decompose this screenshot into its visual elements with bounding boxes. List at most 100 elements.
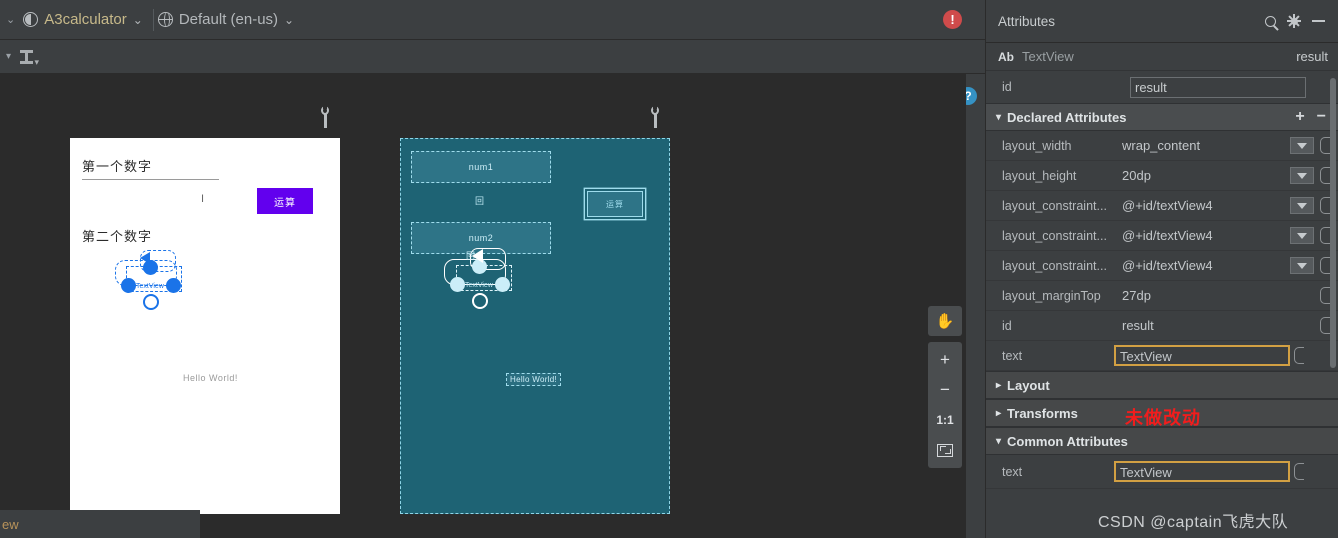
- constraint-handle-left[interactable]: [121, 278, 136, 293]
- zoom-fit-button[interactable]: [928, 435, 962, 465]
- settings-button[interactable]: [1282, 9, 1306, 33]
- textview-type-icon: Ab: [998, 49, 1014, 64]
- chevron-down-icon: [1297, 142, 1307, 149]
- blueprint-surface[interactable]: num1 回 num2 运算 Hello World! TextView 回: [400, 138, 670, 514]
- resource-picker-icon[interactable]: [1320, 257, 1330, 274]
- attributes-panel: Attributes Ab TextView result id result: [985, 0, 1338, 538]
- attr-key: layout_width: [1002, 138, 1072, 153]
- attr-key: text: [1002, 464, 1023, 479]
- common-text-attribute-input[interactable]: TextView: [1114, 461, 1290, 482]
- minimize-icon: [1311, 20, 1325, 22]
- pan-tool-button[interactable]: ✋: [928, 306, 962, 336]
- attr-value[interactable]: result: [1114, 318, 1320, 333]
- attributes-scrollbar[interactable]: [1330, 78, 1336, 368]
- chevron-right-icon: ▸: [996, 379, 1002, 391]
- design-surface[interactable]: 第一个数字 I 第二个数字 运算 Hello World! TextView: [70, 138, 340, 514]
- minimize-button[interactable]: [1306, 9, 1330, 33]
- declared-attributes-section-header[interactable]: ▾ Declared Attributes + −: [986, 103, 1338, 131]
- constraint-handle-bottom[interactable]: [472, 293, 488, 309]
- attr-value[interactable]: 27dp: [1114, 288, 1320, 303]
- selected-widget-overlay-blueprint[interactable]: TextView 回: [444, 248, 522, 313]
- resource-picker-icon[interactable]: [1294, 347, 1304, 364]
- constraint-arrow-icon: [472, 249, 483, 263]
- text-attribute-input[interactable]: TextView: [1114, 345, 1290, 366]
- globe-icon: [157, 12, 173, 27]
- attr-value[interactable]: wrap_content: [1114, 138, 1290, 153]
- id-attribute-key: id: [1002, 80, 1012, 94]
- module-label: A3calculator: [44, 11, 127, 28]
- chevron-down-icon[interactable]: ▾: [6, 51, 11, 62]
- table-row[interactable]: layout_width wrap_content: [986, 131, 1338, 161]
- attributes-panel-title: Attributes: [998, 13, 1056, 29]
- design-label-second: 第二个数字: [82, 229, 153, 244]
- resource-picker-icon[interactable]: [1320, 227, 1330, 244]
- annotation-note: 未做改动: [1125, 408, 1201, 428]
- blueprint-calculate-button[interactable]: 运算: [587, 191, 643, 217]
- attr-key: layout_height: [1002, 168, 1077, 183]
- layout-section-header[interactable]: ▸ Layout: [986, 371, 1338, 399]
- wrench-icon[interactable]: [648, 105, 662, 128]
- dropdown-button[interactable]: [1290, 197, 1314, 214]
- design-label-first: 第一个数字: [82, 159, 153, 174]
- common-attributes-section-label: Common Attributes: [1007, 433, 1128, 449]
- resource-picker-icon[interactable]: [1320, 287, 1330, 304]
- chevron-down-icon: [1297, 172, 1307, 179]
- resource-picker-icon[interactable]: [1320, 317, 1330, 334]
- chevron-down-icon: ▾: [996, 435, 1002, 447]
- editor-area: ⌄ A3calculator ⌄ Default (en-us) ⌄ ! ▾ ▾…: [0, 0, 985, 538]
- selected-widget-overlay[interactable]: TextView: [115, 250, 190, 312]
- zoom-out-button[interactable]: −: [928, 375, 962, 405]
- remove-attribute-button[interactable]: −: [1317, 109, 1326, 125]
- selected-widget-label: TextView: [465, 282, 493, 289]
- design-canvas[interactable]: 第一个数字 I 第二个数字 运算 Hello World! TextView n…: [0, 74, 966, 538]
- common-attributes-section-header[interactable]: ▾ Common Attributes: [986, 427, 1338, 455]
- constraint-handle-right[interactable]: [495, 277, 510, 292]
- attr-value[interactable]: @+id/textView4: [1114, 258, 1290, 273]
- chevron-down-icon[interactable]: ⌄: [0, 13, 19, 26]
- table-row[interactable]: layout_constraint... @+id/textView4: [986, 191, 1338, 221]
- resource-picker-icon[interactable]: [1320, 137, 1330, 154]
- attr-value[interactable]: 20dp: [1114, 168, 1290, 183]
- attr-key: layout_constraint...: [1002, 258, 1107, 273]
- id-attribute-input[interactable]: result: [1130, 76, 1306, 98]
- search-button[interactable]: [1258, 9, 1282, 33]
- status-bar: ew: [0, 510, 200, 538]
- table-row[interactable]: layout_height 20dp: [986, 161, 1338, 191]
- dropdown-button[interactable]: [1290, 137, 1314, 154]
- dropdown-button[interactable]: [1290, 227, 1314, 244]
- attr-key: layout_marginTop: [1002, 288, 1101, 303]
- chevron-down-icon: [1297, 262, 1307, 269]
- blueprint-field-num1[interactable]: num1: [411, 151, 551, 183]
- attributes-panel-header: Attributes: [986, 0, 1338, 43]
- transforms-section-label: Transforms: [1007, 405, 1078, 421]
- dropdown-button[interactable]: [1290, 257, 1314, 274]
- component-type-label: TextView: [1022, 49, 1074, 64]
- error-badge[interactable]: !: [943, 10, 962, 29]
- table-row[interactable]: id result: [986, 311, 1338, 341]
- attr-value[interactable]: @+id/textView4: [1114, 228, 1290, 243]
- dropdown-button[interactable]: [1290, 167, 1314, 184]
- constraint-handle-bottom[interactable]: [143, 294, 159, 310]
- watermark-text: CSDN @captain飞虎大队: [1098, 514, 1289, 531]
- constraint-handle-right[interactable]: [166, 278, 181, 293]
- constraint-handle-left[interactable]: [450, 277, 465, 292]
- resource-picker-icon[interactable]: [1320, 167, 1330, 184]
- zoom-actual-size-button[interactable]: 1:1: [928, 405, 962, 435]
- design-edittext-underline: [82, 179, 219, 180]
- design-calculate-button[interactable]: 运算: [257, 188, 313, 214]
- resource-picker-icon[interactable]: [1320, 197, 1330, 214]
- wrench-icon[interactable]: [318, 105, 332, 128]
- attr-value[interactable]: @+id/textView4: [1114, 198, 1290, 213]
- hand-icon: ✋: [935, 313, 955, 330]
- table-row[interactable]: text TextView: [986, 341, 1338, 371]
- table-row[interactable]: layout_constraint... @+id/textView4: [986, 221, 1338, 251]
- locale-selector[interactable]: Default (en-us) ⌄: [154, 0, 304, 40]
- add-attribute-button[interactable]: +: [1295, 109, 1304, 125]
- resource-picker-icon[interactable]: [1294, 463, 1304, 480]
- table-row[interactable]: layout_constraint... @+id/textView4: [986, 251, 1338, 281]
- table-row[interactable]: layout_marginTop 27dp: [986, 281, 1338, 311]
- module-selector[interactable]: A3calculator ⌄: [19, 0, 153, 40]
- table-row[interactable]: text TextView: [986, 455, 1338, 489]
- zoom-in-button[interactable]: +: [928, 345, 962, 375]
- baseline-align-icon[interactable]: ▾: [13, 46, 39, 68]
